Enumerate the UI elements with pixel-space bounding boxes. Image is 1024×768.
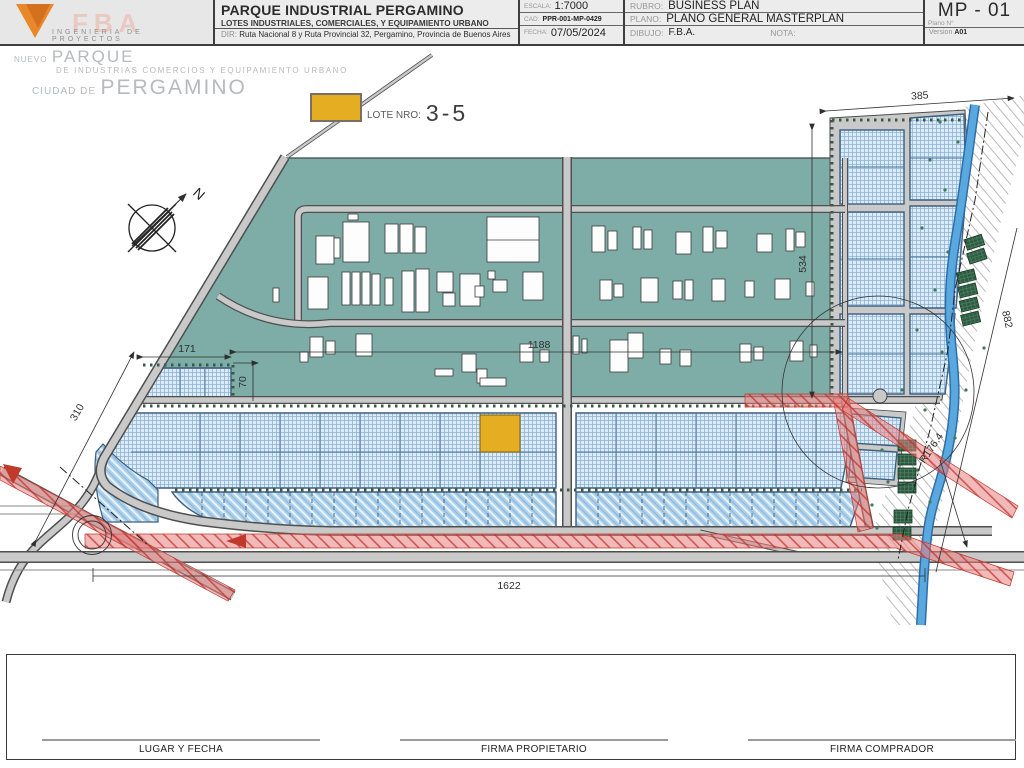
plano-value: PLANO GENERAL MASTERPLAN (666, 13, 844, 25)
dim-534: 534 (797, 255, 809, 273)
dim-385: 385 (911, 89, 929, 102)
sheet-code: MP - 01 (938, 0, 1011, 21)
sheet-number-cell: MP - 01 Plano N° Version A01 (925, 0, 1024, 44)
dim-882: 882 (999, 309, 1015, 329)
plano-label: PLANO: (630, 14, 661, 24)
dir-label: DIR: (221, 30, 237, 39)
signature-propietario: FIRMA PROPIETARIO (400, 739, 668, 755)
cad-value: PPR-001-MP-0429 (543, 16, 602, 23)
project-title-cell: PARQUE INDUSTRIAL PERGAMINO LOTES INDUST… (215, 0, 520, 44)
dibujo-value: F.B.A. (669, 27, 696, 38)
project-title: PARQUE INDUSTRIAL PERGAMINO (221, 2, 512, 18)
watermark-pergamino: PERGAMINO (100, 76, 246, 99)
signature-box: LUGAR Y FECHA FIRMA PROPIETARIO FIRMA CO… (6, 654, 1016, 760)
lot-row-b-right (576, 492, 862, 527)
legend-lot-swatch (310, 93, 362, 122)
north-label: N (190, 184, 208, 203)
watermark-ciudad: CIUDAD DE (32, 86, 96, 97)
rubro-cell: RUBRO: BUSINESS PLAN PLANO: PLANO GENERA… (625, 0, 925, 44)
dim-310: 310 (68, 402, 87, 423)
dim-1622: 1622 (497, 580, 521, 592)
site-plan-drawing: 385 534 882 310 171 70 1188 1622 R176.4 … (0, 0, 1024, 768)
fecha-label: FECHA: (524, 29, 548, 36)
rubro-label: RUBRO: (630, 1, 663, 11)
company-logo-cell: FBA INGENIERIA DE PROYECTOS (0, 0, 215, 44)
title-block: FBA INGENIERIA DE PROYECTOS PARQUE INDUS… (0, 0, 1024, 46)
version-label: Version (929, 29, 952, 36)
dim-1188: 1188 (528, 339, 551, 351)
watermark-line2: DE INDUSTRIAS COMERCIOS Y EQUIPAMIENTO U… (56, 67, 348, 75)
signature-comprador: FIRMA COMPRADOR (748, 739, 1016, 755)
company-logo-icon-inner (26, 4, 50, 28)
dir-value: Ruta Nacional 8 y Ruta Provincial 32, Pe… (239, 30, 510, 39)
escala-label: ESCALA: (524, 3, 551, 10)
lot-legend: LOTE NRO: 3-5 (310, 93, 468, 122)
lot-row-a-right (576, 413, 856, 488)
legend-lot-label: LOTE NRO: (367, 110, 421, 122)
fecha-value: 07/05/2024 (551, 27, 606, 39)
legend-lot-value: 3-5 (426, 104, 468, 122)
watermark-nuevo: NUEVO (14, 55, 47, 64)
highlighted-lot-3-5[interactable] (480, 415, 520, 452)
version-value: A01 (954, 29, 967, 36)
watermark-parque: PARQUE (52, 47, 135, 66)
nota-label: NOTA: (770, 28, 795, 38)
signature-lugar-fecha: LUGAR Y FECHA (42, 739, 320, 755)
scale-cell: ESCALA: 1:7000 CAD: PPR-001-MP-0429 FECH… (520, 0, 625, 44)
north-compass: N (128, 184, 208, 252)
dim-70: 70 (237, 376, 249, 388)
dibujo-label: DIBUJO: (630, 28, 664, 38)
company-tagline: INGENIERIA DE PROYECTOS (52, 29, 213, 43)
rubro-value: BUSINESS PLAN (668, 0, 759, 12)
sheet-no-label: Plano N° (928, 20, 954, 27)
escala-value: 1:7000 (554, 0, 588, 12)
dim-171: 171 (178, 343, 196, 355)
project-subtitle: LOTES INDUSTRIALES, COMERCIALES, Y EQUIP… (221, 19, 512, 28)
cad-label: CAD: (524, 16, 540, 23)
watermark-text: NUEVO PARQUE DE INDUSTRIAS COMERCIOS Y E… (14, 48, 348, 99)
masterplan-sheet: 385 534 882 310 171 70 1188 1622 R176.4 … (0, 0, 1024, 768)
